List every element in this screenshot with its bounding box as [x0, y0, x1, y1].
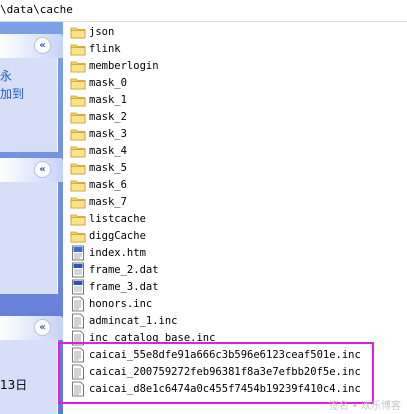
file-name: mask_6 — [89, 178, 127, 191]
dat-file-icon — [70, 262, 86, 278]
file-list-item[interactable]: diggCache — [70, 227, 146, 244]
file-list-item[interactable]: mask_0 — [70, 74, 127, 91]
file-name: mask_1 — [89, 93, 127, 106]
text-file-icon — [70, 381, 86, 397]
file-name: diggCache — [89, 229, 146, 242]
text-file-icon — [70, 296, 86, 312]
file-name: index.htm — [89, 246, 146, 259]
file-list-item[interactable]: flink — [70, 40, 121, 57]
folder-icon — [70, 143, 86, 159]
task-pane: « 永 加到 « « 13日 — [0, 22, 63, 414]
file-list-item[interactable]: frame_2.dat — [70, 261, 159, 278]
task-panel-header-1[interactable]: « — [0, 34, 63, 58]
folder-icon — [70, 92, 86, 108]
file-list-item[interactable]: memberlogin — [70, 57, 159, 74]
file-list-item[interactable]: frame_3.dat — [70, 278, 159, 295]
task-panel-header-2[interactable]: « — [0, 158, 63, 182]
file-name: flink — [89, 42, 121, 55]
watermark: 签名 • 欢乐博客 — [328, 401, 401, 412]
file-name: honors.inc — [89, 297, 153, 310]
file-list-item[interactable]: caicai_200759272feb96381f8a3e7efbb20f5e.… — [70, 363, 361, 380]
task-detail-text: 13日 — [0, 378, 28, 392]
file-name: caicai_d8e1c6474a0c455f7454b19239f410c4.… — [89, 382, 361, 395]
html-file-icon — [70, 245, 86, 261]
file-list-item[interactable]: mask_2 — [70, 108, 127, 125]
file-list-item[interactable]: admincat_1.inc — [70, 312, 178, 329]
file-name: mask_5 — [89, 161, 127, 174]
file-name: frame_2.dat — [89, 263, 159, 276]
text-file-icon — [70, 313, 86, 329]
folder-icon — [70, 228, 86, 244]
file-list-item[interactable]: inc_catalog_base.inc — [70, 329, 215, 346]
folder-icon — [70, 109, 86, 125]
task-panel-header-3[interactable]: « — [0, 316, 63, 340]
file-name: mask_3 — [89, 127, 127, 140]
file-name: mask_0 — [89, 76, 127, 89]
text-file-icon — [70, 364, 86, 380]
folder-icon — [70, 177, 86, 193]
task-panel-body-2 — [0, 182, 58, 294]
file-list-item[interactable]: index.htm — [70, 244, 146, 261]
file-list-item[interactable]: listcache — [70, 210, 146, 227]
file-list-item[interactable]: mask_5 — [70, 159, 127, 176]
file-list: json flink memberlogin mask_0 mask_1 mask_2ma… — [70, 22, 407, 414]
file-list-item[interactable]: caicai_55e8dfe91a666c3b596e6123ceaf501e.… — [70, 346, 361, 363]
file-list-item[interactable]: mask_1 — [70, 91, 127, 108]
file-name: frame_3.dat — [89, 280, 159, 293]
file-list-item[interactable]: caicai_d8e1c6474a0c455f7454b19239f410c4.… — [70, 380, 361, 397]
folder-icon — [70, 211, 86, 227]
file-name: inc_catalog_base.inc — [89, 331, 216, 344]
file-name: listcache — [89, 212, 146, 225]
file-list-item[interactable]: mask_4 — [70, 142, 127, 159]
text-file-icon — [70, 330, 86, 346]
file-list-item[interactable]: mask_7 — [70, 193, 127, 210]
folder-icon — [70, 160, 86, 176]
task-panel-body-1: 永 加到 — [0, 58, 58, 152]
file-name: memberlogin — [89, 59, 159, 72]
folder-icon — [70, 41, 86, 57]
file-name: json — [89, 25, 115, 38]
file-name: admincat_1.inc — [89, 314, 178, 327]
file-list-item[interactable]: honors.inc — [70, 295, 152, 312]
task-link[interactable]: 永 — [0, 67, 12, 85]
folder-icon — [70, 75, 86, 91]
collapse-icon[interactable]: « — [34, 319, 51, 336]
file-name: mask_4 — [89, 144, 127, 157]
folder-icon — [70, 58, 86, 74]
address-path[interactable]: \data\cache — [0, 0, 407, 22]
collapse-icon[interactable]: « — [34, 161, 51, 178]
dat-file-icon — [70, 279, 86, 295]
folder-icon — [70, 24, 86, 40]
file-name: caicai_55e8dfe91a666c3b596e6123ceaf501e.… — [89, 348, 361, 361]
collapse-icon[interactable]: « — [34, 37, 51, 54]
file-name: mask_7 — [89, 195, 127, 208]
file-name: mask_2 — [89, 110, 127, 123]
task-link[interactable]: 加到 — [0, 85, 24, 103]
file-name: caicai_200759272feb96381f8a3e7efbb20f5e.… — [89, 365, 361, 378]
folder-icon — [70, 194, 86, 210]
folder-icon — [70, 126, 86, 142]
file-list-item[interactable]: json — [70, 23, 114, 40]
text-file-icon — [70, 347, 86, 363]
file-list-item[interactable]: mask_3 — [70, 125, 127, 142]
task-panel-body-3: 13日 — [0, 340, 58, 414]
file-list-item[interactable]: mask_6 — [70, 176, 127, 193]
